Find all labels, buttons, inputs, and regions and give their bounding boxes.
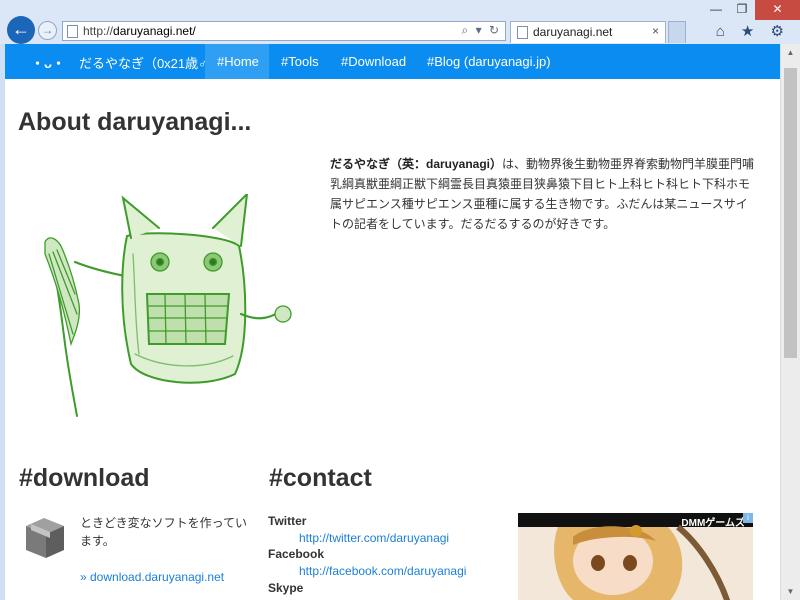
scroll-thumb[interactable]	[784, 68, 797, 358]
minimize-button[interactable]: —	[703, 0, 729, 20]
url-prefix: http://	[83, 24, 114, 38]
twitter-label: Twitter	[268, 514, 307, 528]
vertical-scrollbar[interactable]: ▲ ▼	[780, 44, 800, 600]
back-button[interactable]: ←	[7, 16, 35, 44]
contact-heading: #contact	[269, 464, 372, 492]
scroll-up-icon[interactable]: ▲	[781, 44, 800, 61]
tab-title: daruyanagi.net	[533, 25, 613, 39]
forward-button[interactable]: →	[38, 21, 57, 40]
mascot-illustration	[44, 194, 292, 417]
package-box-icon	[26, 518, 64, 558]
address-bar[interactable]: http://daruyanagi.net/ ⌕ ▾ ↻	[62, 21, 506, 41]
brand-logo-icon: ・ᴗ・	[31, 56, 65, 71]
skype-label: Skype	[268, 581, 304, 595]
brand-name: だるやなぎ（0x21歳♂）	[78, 56, 221, 71]
ad-character-illustration	[554, 524, 731, 600]
download-description: ときどき変なソフトを作っています。	[80, 516, 248, 548]
twitter-link[interactable]: http://twitter.com/daruyanagi	[299, 531, 449, 545]
back-arrow-icon: ←	[12, 19, 30, 39]
page-icon	[67, 25, 78, 38]
window-controls: — ❐ ✕	[703, 0, 800, 20]
url-host: daruyanagi.net/	[113, 24, 196, 38]
forward-arrow-icon: →	[41, 23, 54, 37]
site-brand[interactable]: ・ᴗ・ だるやなぎ（0x21歳♂）	[31, 53, 221, 72]
new-tab-button[interactable]	[668, 21, 686, 43]
download-site-link[interactable]: » download.daruyanagi.net	[80, 570, 224, 584]
tab-close-icon[interactable]: ×	[652, 24, 659, 38]
intro-name: だるやなぎ（英：daruyanagi）	[330, 157, 503, 171]
maximize-button[interactable]: ❐	[729, 0, 755, 20]
tab-page-icon	[517, 26, 528, 39]
nav-blog[interactable]: #Blog (daruyanagi.jp)	[415, 44, 563, 79]
scroll-down-icon[interactable]: ▼	[781, 583, 800, 600]
page-viewport: ・ᴗ・ だるやなぎ（0x21歳♂） #Home #Tools #Download …	[5, 44, 780, 600]
download-heading: #download	[19, 464, 150, 492]
close-button[interactable]: ✕	[755, 0, 800, 20]
tab-active[interactable]: daruyanagi.net ×	[510, 21, 666, 43]
address-url[interactable]: http://daruyanagi.net/	[83, 24, 196, 38]
about-heading: About daruyanagi...	[18, 108, 252, 136]
home-favorites-tools-icons[interactable]: ⌂ ★ ⚙	[716, 22, 790, 40]
nav-download[interactable]: #Download	[329, 44, 418, 79]
about-intro: だるやなぎ（英：daruyanagi）は、動物界後生動物亜界脊索動物門羊膜亜門哺…	[330, 154, 755, 234]
facebook-label: Facebook	[268, 547, 325, 561]
facebook-link[interactable]: http://facebook.com/daruyanagi	[299, 564, 466, 578]
advertisement-banner[interactable]: DMMゲームズ i	[518, 513, 753, 600]
browser-chrome: ← → http://daruyanagi.net/ ⌕ ▾ ↻ daruyan…	[0, 0, 800, 44]
site-navbar: ・ᴗ・ だるやなぎ（0x21歳♂） #Home #Tools #Download …	[5, 44, 780, 79]
nav-tools[interactable]: #Tools	[269, 44, 331, 79]
nav-home[interactable]: #Home	[205, 44, 269, 79]
address-tools-icons[interactable]: ⌕ ▾ ↻	[462, 23, 501, 38]
